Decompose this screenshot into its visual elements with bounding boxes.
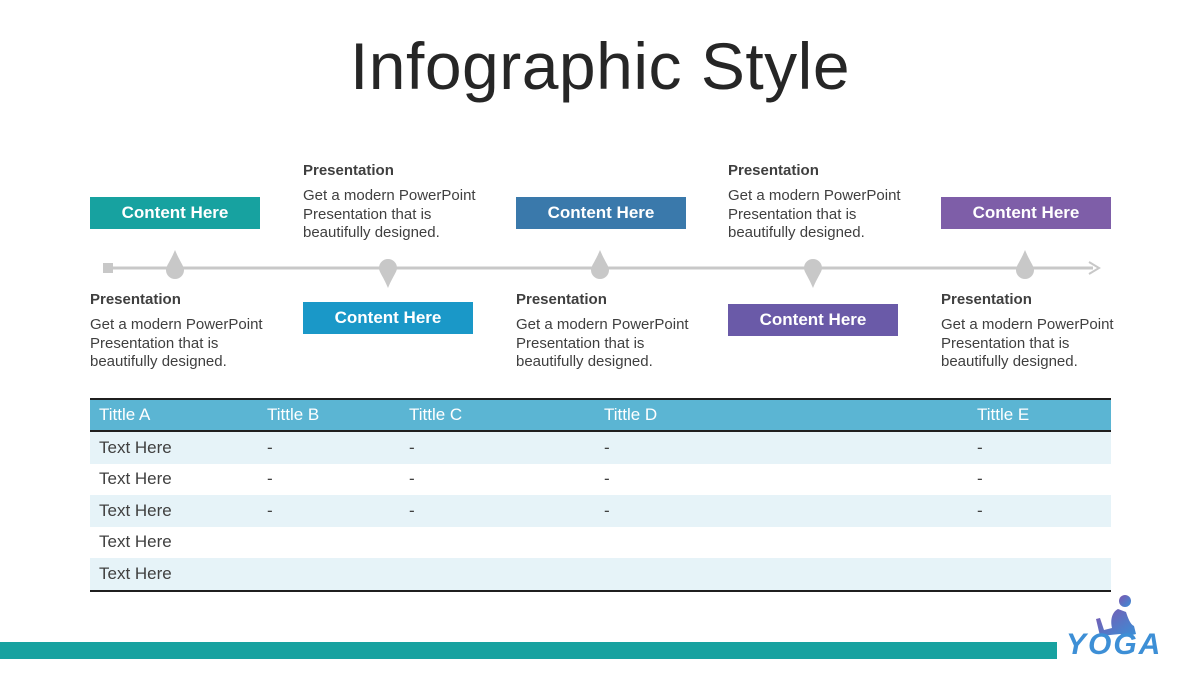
table-header-cell: Tittle D bbox=[595, 398, 968, 432]
table-cell: - bbox=[595, 495, 968, 527]
table-cell bbox=[968, 527, 1111, 559]
text-heading: Presentation bbox=[516, 291, 607, 308]
drop-up-marker bbox=[166, 250, 184, 279]
table-row: Text Here bbox=[90, 558, 1111, 592]
table-header-cell: Tittle E bbox=[968, 398, 1111, 432]
table-cell: - bbox=[267, 469, 273, 489]
text-block-4: Presentation Get a modern PowerPoint Pre… bbox=[728, 162, 908, 243]
text-block-3: Presentation Get a modern PowerPoint Pre… bbox=[516, 291, 696, 372]
table-cell bbox=[595, 558, 968, 592]
table-cell: - bbox=[604, 469, 610, 489]
footer-bar bbox=[0, 642, 1057, 659]
drop-up-marker bbox=[1016, 250, 1034, 279]
drop-up-marker bbox=[591, 250, 609, 279]
table-cell: - bbox=[258, 431, 400, 464]
table-header-cell: Tittle A bbox=[90, 398, 258, 432]
logo-wordmark: YOGA bbox=[1066, 628, 1163, 661]
text-body: Get a modern PowerPoint Presentation tha… bbox=[728, 187, 901, 241]
table-cell: - bbox=[400, 495, 595, 527]
table-cell: Text Here bbox=[90, 495, 258, 527]
text-heading: Presentation bbox=[728, 162, 819, 179]
pin-down-marker bbox=[804, 259, 822, 288]
yoga-logo: YOGA bbox=[1060, 590, 1178, 662]
table-header-cell: Tittle B bbox=[258, 398, 400, 432]
text-body: Get a modern PowerPoint Presentation tha… bbox=[90, 316, 263, 370]
text-body: Get a modern PowerPoint Presentation tha… bbox=[303, 187, 476, 241]
content-box-1: Content Here bbox=[90, 197, 260, 229]
table-cell bbox=[595, 527, 968, 559]
data-table: Tittle A Tittle B Tittle C Tittle D Titt… bbox=[90, 398, 1111, 592]
content-box-5: Content Here bbox=[941, 197, 1111, 229]
timeline-start-marker bbox=[103, 263, 113, 273]
text-block-1: Presentation Get a modern PowerPoint Pre… bbox=[90, 291, 270, 372]
table-row: Text Here - - - - bbox=[90, 431, 1111, 464]
table-row: Text Here - - - - bbox=[90, 495, 1111, 527]
table-cell: - bbox=[968, 431, 1111, 464]
content-box-2: Content Here bbox=[303, 302, 473, 334]
text-heading: Presentation bbox=[941, 291, 1032, 308]
text-body: Get a modern PowerPoint Presentation tha… bbox=[516, 316, 689, 370]
text-block-2: Presentation Get a modern PowerPoint Pre… bbox=[303, 162, 483, 243]
table-row: Text Here - - - - bbox=[90, 464, 1111, 496]
text-heading: Presentation bbox=[303, 162, 394, 179]
table-cell: - bbox=[258, 495, 400, 527]
table-cell bbox=[968, 558, 1111, 592]
table-cell: Text Here bbox=[90, 558, 258, 592]
content-box-4: Content Here bbox=[728, 304, 898, 336]
table-row: Text Here bbox=[90, 527, 1111, 559]
table-cell: Text Here bbox=[90, 431, 258, 464]
text-body: Get a modern PowerPoint Presentation tha… bbox=[941, 316, 1114, 370]
content-box-3: Content Here bbox=[516, 197, 686, 229]
table-cell bbox=[400, 558, 595, 592]
text-block-5: Presentation Get a modern PowerPoint Pre… bbox=[941, 291, 1121, 372]
table-cell: - bbox=[595, 431, 968, 464]
table-cell: - bbox=[409, 469, 415, 489]
table-cell: Text Here bbox=[99, 532, 172, 552]
table-cell bbox=[258, 527, 400, 559]
text-heading: Presentation bbox=[90, 291, 181, 308]
table-cell: - bbox=[968, 495, 1111, 527]
table-cell bbox=[400, 527, 595, 559]
table-cell: Text Here bbox=[99, 469, 172, 489]
table-cell: - bbox=[977, 469, 983, 489]
pin-down-marker bbox=[379, 259, 397, 288]
table-cell: - bbox=[400, 431, 595, 464]
table-header-cell: Tittle C bbox=[400, 398, 595, 432]
table-header-row: Tittle A Tittle B Tittle C Tittle D Titt… bbox=[90, 398, 1111, 432]
table-cell bbox=[258, 558, 400, 592]
